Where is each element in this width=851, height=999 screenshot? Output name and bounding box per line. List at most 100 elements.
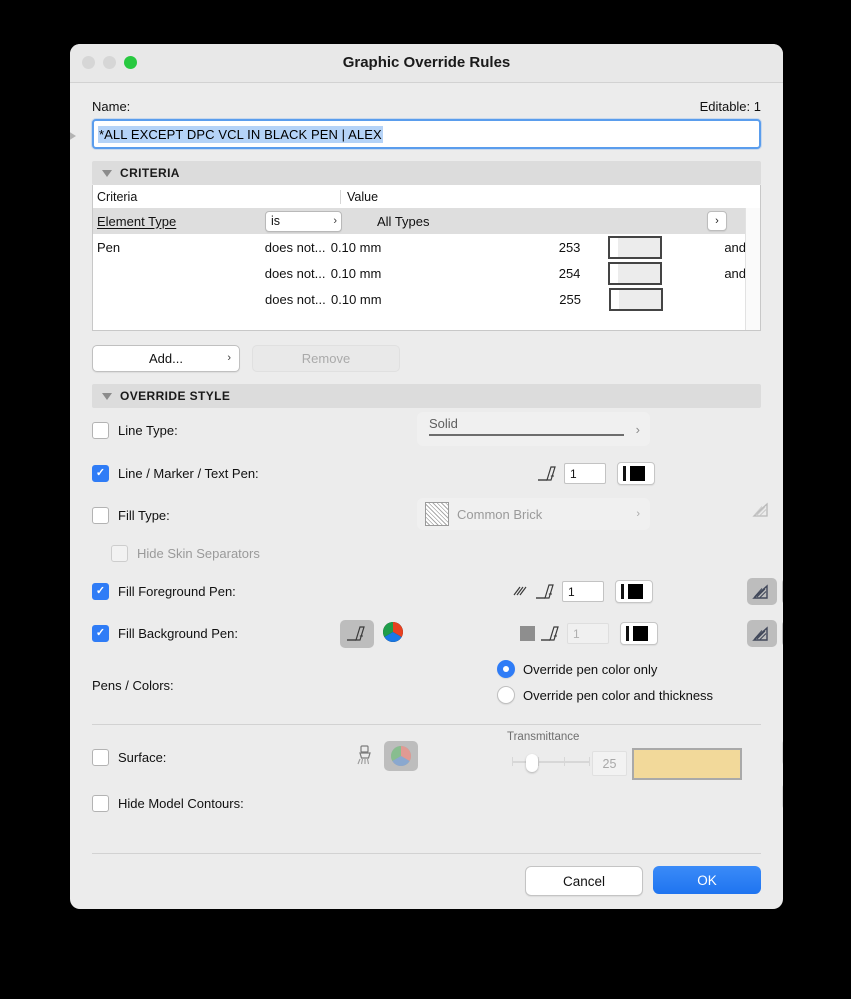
fill-background-pen-color-button[interactable] (620, 622, 658, 645)
fill-foreground-pen-row: Fill Foreground Pen: 1 (92, 570, 783, 612)
criteria-table-header: Criteria Value (93, 185, 760, 208)
table-row[interactable]: Pen does not... 0.10 mm 253 and (93, 234, 760, 260)
hide-model-contours-checkbox[interactable] (92, 794, 109, 812)
table-row[interactable]: does not... 0.10 mm 255 (93, 286, 760, 312)
criteria-operator: does not... (265, 291, 326, 307)
remove-button[interactable]: Remove (252, 345, 400, 372)
surface-icon-buttons (782, 739, 783, 766)
hide-skin-separators-checkbox[interactable] (111, 544, 128, 562)
pen-mode-button[interactable] (340, 620, 374, 648)
pen-swatch (608, 261, 663, 285)
brush-button[interactable] (354, 744, 376, 773)
criteria-swatch-cell[interactable] (580, 261, 704, 285)
cut-fill-button[interactable] (747, 620, 777, 647)
pens-colors-row: Pens / Colors: Override pen color only O… (92, 654, 761, 716)
line-type-row: Line Type: Solid › (92, 408, 761, 452)
radio-color-and-thickness[interactable] (497, 686, 515, 704)
pen-color-bar (623, 466, 626, 481)
override-style-header-label: OVERRIDE STYLE (120, 389, 231, 403)
cancel-button[interactable]: Cancel (525, 866, 643, 896)
criteria-swatch-cell[interactable] (581, 287, 705, 311)
cover-fill-button[interactable] (782, 496, 783, 523)
operator-value: is (271, 214, 281, 228)
background-color-preview (520, 626, 535, 641)
fill-background-pen-controls: 1 (520, 622, 658, 645)
override-color-thickness-option[interactable]: Override pen color and thickness (497, 686, 713, 704)
fill-foreground-pen-color-button[interactable] (615, 580, 653, 603)
table-row[interactable]: Element Type is › All Types › (93, 208, 760, 234)
cut-fill-icon (752, 583, 768, 599)
ok-button[interactable]: OK (653, 866, 761, 894)
criteria-number: 254 (558, 265, 581, 281)
hatch-preview-icon (513, 586, 527, 595)
cut-fill-button[interactable] (747, 578, 777, 605)
slider-track (512, 761, 590, 763)
slider-tick (538, 757, 539, 766)
hide-skin-separators-label: Hide Skin Separators (137, 545, 260, 561)
line-marker-text-pen-row: Line / Marker / Text Pen: 1 (92, 452, 761, 494)
dialog-body: Name: Editable: 1 *ALL EXCEPT DPC VCL IN… (70, 83, 783, 825)
surface-3d-button[interactable] (782, 739, 783, 766)
criteria-table: Criteria Value Element Type is › All Typ… (92, 185, 761, 331)
line-preview (429, 434, 624, 436)
fill-type-value: Common Brick (457, 506, 543, 522)
cut-fill-icon (752, 625, 768, 641)
override-color-only-option[interactable]: Override pen color only (497, 660, 657, 678)
line-type-checkbox[interactable] (92, 421, 109, 439)
editable-count: Editable: 1 (699, 99, 761, 114)
line-pen-number-input[interactable]: 1 (564, 463, 606, 484)
slider-knob[interactable] (526, 754, 538, 772)
line-type-label: Line Type: (118, 422, 178, 438)
criteria-operator: does not... (264, 239, 326, 255)
cut-fill-button[interactable] (747, 496, 777, 523)
fill-foreground-pen-checkbox[interactable] (92, 582, 109, 600)
criteria-section-header[interactable]: CRITERIA (92, 161, 761, 185)
radio-color-only[interactable] (497, 660, 515, 678)
collapse-triangle-icon (102, 392, 112, 400)
chevron-right-icon: › (635, 422, 640, 437)
fill-background-pen-row: Fill Background Pen: (92, 612, 783, 654)
fill-background-pen-number-input[interactable]: 1 (567, 623, 609, 644)
transmittance-label: Transmittance (507, 731, 580, 743)
surface-color-swatch[interactable] (632, 748, 742, 780)
color-wheel-icon (383, 621, 403, 642)
line-type-select[interactable]: Solid › (417, 412, 650, 446)
surface-color-wheel-button[interactable] (384, 741, 418, 771)
override-style-section-header[interactable]: OVERRIDE STYLE (92, 384, 761, 408)
transmittance-slider[interactable] (512, 754, 590, 772)
cover-fill-button[interactable] (782, 620, 783, 647)
surface-checkbox[interactable] (92, 748, 109, 766)
fill-type-checkbox[interactable] (92, 506, 109, 524)
chevron-right-icon: › (227, 352, 231, 364)
table-row[interactable]: does not... 0.10 mm 254 and (93, 260, 760, 286)
fill-pattern-preview (425, 502, 449, 526)
fill-foreground-icon-buttons (747, 578, 783, 605)
background-pen-mode-group (340, 620, 404, 648)
operator-dropdown[interactable]: is › (265, 210, 342, 232)
surface-row: Surface: Transmittance 25 (92, 731, 783, 781)
fill-foreground-pen-number-input[interactable]: 1 (562, 581, 604, 602)
slider-tick (512, 757, 513, 766)
criteria-number: 255 (559, 291, 581, 307)
pen-color-swatch (628, 584, 643, 599)
cover-fill-button[interactable] (782, 578, 783, 605)
criteria-name: Element Type (97, 213, 177, 229)
pen-color-swatch (630, 466, 645, 481)
criteria-operator: does not... (264, 265, 326, 281)
fill-type-select[interactable]: Common Brick › (417, 498, 650, 530)
transmittance-value-input[interactable]: 25 (592, 751, 627, 776)
name-input-value: *ALL EXCEPT DPC VCL IN BLACK PEN | ALEX (98, 125, 383, 143)
element-type-picker-button[interactable]: › (707, 211, 727, 231)
criteria-scrollbar[interactable] (745, 208, 760, 330)
criteria-swatch-cell[interactable] (580, 235, 704, 259)
fill-type-icon-buttons (747, 496, 783, 523)
color-wheel-button[interactable] (382, 621, 404, 648)
fill-background-pen-checkbox[interactable] (92, 624, 109, 642)
hide-model-contours-label: Hide Model Contours: (118, 795, 244, 811)
line-pen-color-button[interactable] (617, 462, 655, 485)
hide-contour-3d-button[interactable] (782, 783, 783, 810)
add-button[interactable]: Add... › (92, 345, 240, 372)
name-input[interactable]: *ALL EXCEPT DPC VCL IN BLACK PEN | ALEX (92, 119, 761, 149)
fill-type-row: Fill Type: Common Brick › (92, 494, 768, 536)
line-marker-text-pen-checkbox[interactable] (92, 464, 109, 482)
